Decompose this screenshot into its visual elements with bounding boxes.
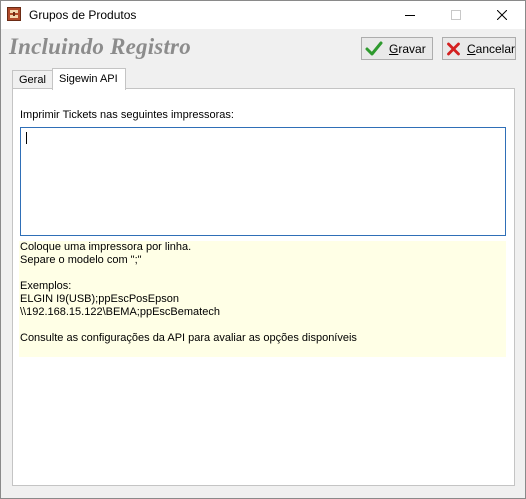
info-line: ELGIN I9(USB);ppEscPosEpson: [20, 293, 179, 305]
info-line: [19, 319, 506, 332]
save-label: Gravar: [389, 41, 426, 56]
close-icon: [497, 10, 507, 20]
minimize-icon: [405, 15, 415, 16]
tab-geral[interactable]: Geral: [12, 70, 53, 89]
save-button[interactable]: Gravar: [361, 37, 433, 60]
info-line: Separe o modelo com ";": [20, 254, 142, 266]
cancel-button[interactable]: Cancelar: [442, 37, 516, 60]
info-line: Consulte as configurações da API para av…: [20, 332, 357, 344]
info-box: Coloque uma impressora por linha. Separe…: [19, 241, 506, 357]
window-title: Grupos de Produtos: [29, 8, 137, 22]
tab-panel-sigewin-api: Imprimir Tickets nas seguintes impressor…: [12, 88, 515, 486]
title-bar[interactable]: Grupos de Produtos: [1, 1, 525, 29]
info-line: \\192.168.15.122\BEMA;ppEscBematech: [20, 306, 220, 318]
window: Grupos de Produtos Incluindo Registro Gr…: [0, 0, 526, 499]
info-line: [19, 267, 506, 280]
maximize-button: [433, 1, 479, 29]
page-title: Incluindo Registro: [9, 34, 191, 59]
info-line: Exemplos:: [20, 280, 72, 292]
cancel-label: Cancelar: [466, 41, 515, 56]
text-caret: [26, 132, 27, 144]
maximize-icon: [451, 10, 461, 20]
app-icon[interactable]: [7, 7, 21, 21]
checkmark-icon: [365, 41, 383, 55]
info-line: Coloque uma impressora por linha.: [20, 241, 192, 253]
printers-textarea[interactable]: [20, 127, 506, 236]
printers-label: Imprimir Tickets nas seguintes impressor…: [20, 109, 234, 121]
close-button[interactable]: [479, 1, 525, 29]
x-cancel-icon: [447, 42, 460, 55]
minimize-button[interactable]: [387, 1, 433, 29]
tab-sigewin-api[interactable]: Sigewin API: [52, 68, 126, 90]
